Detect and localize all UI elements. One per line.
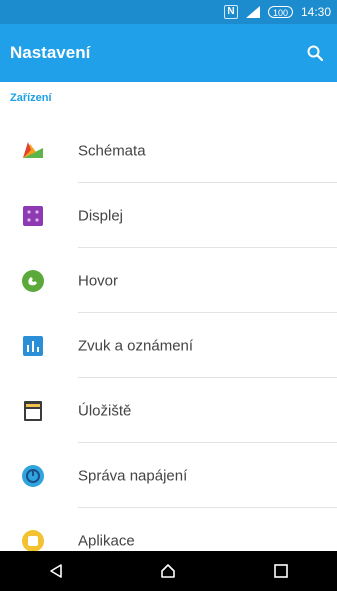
settings-item-label: Hovor (78, 272, 119, 289)
home-icon[interactable] (148, 551, 188, 591)
settings-item-label: Displej (78, 207, 124, 224)
storage-icon (22, 400, 44, 422)
power-icon (22, 464, 44, 487)
settings-item-label: Aplikace (78, 532, 135, 549)
recents-icon[interactable] (261, 551, 301, 591)
settings-item-label: Schémata (78, 142, 146, 159)
themes-icon (22, 140, 44, 162)
settings-item-power[interactable]: Správa napájení (0, 443, 337, 508)
signal-icon (245, 6, 260, 18)
nfc-icon: N (223, 5, 238, 19)
settings-item-display[interactable]: Displej (0, 183, 337, 248)
section-header: Zařízení (10, 92, 52, 104)
status-bar: N 100 14:30 (0, 0, 337, 24)
settings-list: Schémata Displej Hovor Zvuk a oznámení Ú… (0, 118, 337, 573)
sound-icon (22, 335, 44, 357)
search-icon[interactable] (307, 45, 323, 61)
app-bar: Nastavení (0, 24, 337, 82)
settings-item-storage[interactable]: Úložiště (0, 378, 337, 443)
battery-indicator: 100 (267, 6, 293, 18)
call-icon (22, 269, 44, 292)
settings-item-call[interactable]: Hovor (0, 248, 337, 313)
clock: 14:30 (300, 5, 331, 19)
page-title: Nastavení (10, 43, 91, 62)
settings-item-label: Zvuk a oznámení (78, 337, 194, 354)
apps-icon (22, 529, 44, 552)
settings-item-sound[interactable]: Zvuk a oznámení (0, 313, 337, 378)
settings-item-label: Úložiště (78, 402, 132, 419)
settings-item-label: Správa napájení (78, 467, 188, 484)
display-icon (22, 205, 44, 227)
navigation-bar (0, 551, 337, 591)
back-icon[interactable] (36, 551, 76, 591)
settings-item-themes[interactable]: Schémata (0, 118, 337, 183)
